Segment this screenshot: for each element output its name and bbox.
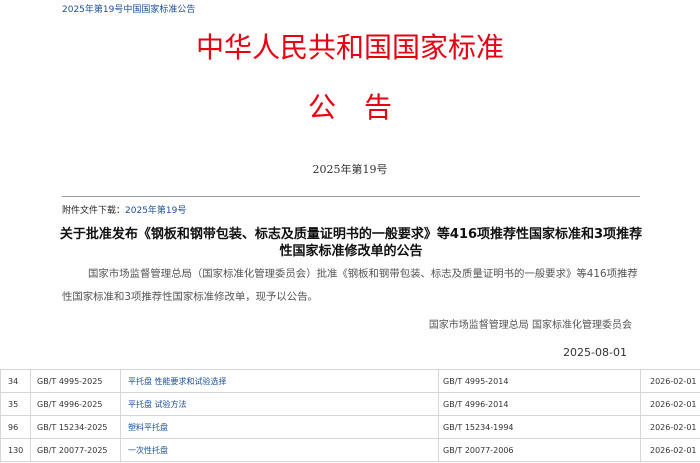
standard-code: GB/T 20077-2025 [30, 438, 121, 462]
standard-code: GB/T 4995-2025 [30, 369, 121, 393]
table-row: 34 GB/T 4995-2025 平托盘 性能要求和试验选择 GB/T 499… [0, 369, 700, 393]
divider [62, 196, 640, 197]
subtitle-wrapper: 公告 [0, 93, 700, 123]
implementation-date: 2026-02-01 [640, 369, 700, 393]
breadcrumb-link[interactable]: 2025年第19号中国国家标准公告 [62, 4, 195, 16]
standard-name-cell: 塑料平托盘 [120, 415, 439, 439]
implementation-date: 2026-02-01 [640, 438, 700, 462]
standard-name-link[interactable]: 平托盘 性能要求和试验选择 [128, 377, 227, 386]
attachment-label: 附件文件下载： [62, 206, 126, 216]
table-row: 96 GB/T 15234-2025 塑料平托盘 GB/T 15234-1994… [0, 415, 700, 439]
announcement-title: 关于批准发布《钢板和钢带包装、标志及质量证明书的一般要求》等416项推荐性国家标… [59, 227, 643, 259]
issue-number: 2025年第19号 [312, 163, 388, 176]
announcement-signature: 国家市场监督管理总局 国家标准化管理委员会 [428, 320, 632, 331]
standard-name-link[interactable]: 平托盘 试验方法 [128, 400, 187, 409]
standard-code: GB/T 4996-2025 [30, 392, 121, 416]
replaced-standard: GB/T 20077-2006 [438, 438, 641, 462]
implementation-date: 2026-02-01 [640, 415, 700, 439]
replaced-standard: GB/T 4995-2014 [438, 369, 641, 393]
attachment-download: 附件文件下载：2025年第19号 [62, 205, 186, 217]
standard-name-cell: 平托盘 试验方法 [120, 392, 439, 416]
standard-name-link[interactable]: 塑料平托盘 [128, 423, 168, 432]
row-number: 35 [0, 392, 31, 416]
standard-name-link[interactable]: 一次性托盘 [128, 446, 168, 455]
replaced-standard: GB/T 4996-2014 [438, 392, 641, 416]
implementation-date: 2026-02-01 [640, 392, 700, 416]
page-title: 中华人民共和国国家标准 [195, 31, 504, 64]
row-number: 34 [0, 369, 31, 393]
row-number: 130 [0, 438, 31, 462]
standards-table: 34 GB/T 4995-2025 平托盘 性能要求和试验选择 GB/T 499… [0, 369, 700, 462]
standard-name-cell: 平托盘 性能要求和试验选择 [120, 369, 439, 393]
table-row: 35 GB/T 4996-2025 平托盘 试验方法 GB/T 4996-201… [0, 392, 700, 416]
row-number: 96 [0, 415, 31, 439]
replaced-standard: GB/T 15234-1994 [438, 415, 641, 439]
announcement-date: 2025-08-01 [563, 346, 627, 359]
attachment-link[interactable]: 2025年第19号 [125, 206, 186, 216]
standard-code: GB/T 15234-2025 [30, 415, 121, 439]
announcement-body: 国家市场监督管理总局（国家标准化管理委员会）批准《钢板和钢带包装、标志及质量证明… [62, 268, 638, 303]
table-row: 130 GB/T 20077-2025 一次性托盘 GB/T 20077-200… [0, 438, 700, 462]
page-subtitle: 公告 [307, 91, 420, 124]
standard-name-cell: 一次性托盘 [120, 438, 439, 462]
